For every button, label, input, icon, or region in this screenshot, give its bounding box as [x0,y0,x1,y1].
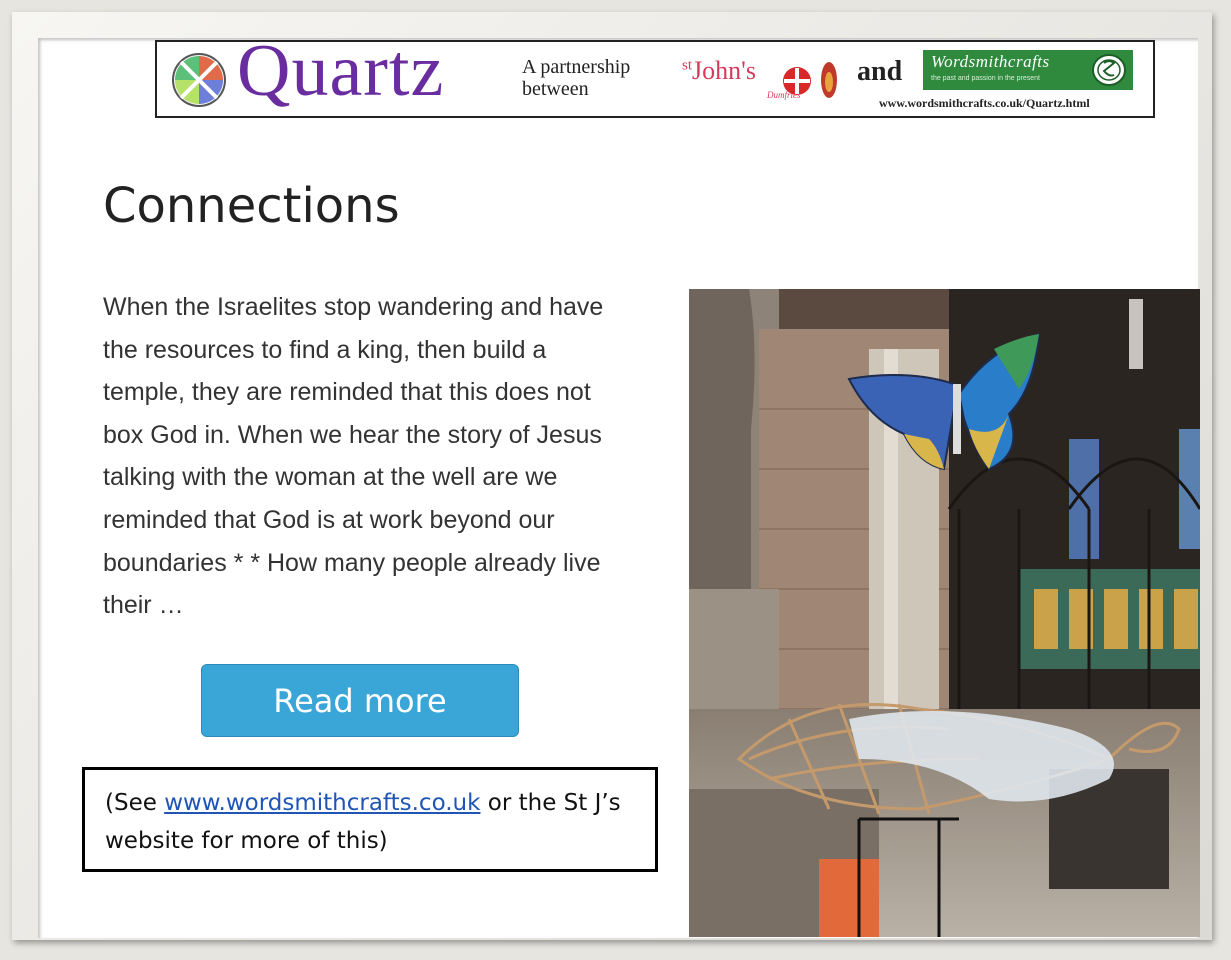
stjohns-logo: stJohn's [682,56,756,86]
wordsmith-tagline: the past and passion in the present [931,75,1040,82]
note-prefix: (See [105,790,165,816]
and-text: and [857,56,903,87]
quartz-logo-icon [172,53,226,107]
flame-icon [821,62,837,98]
church-interior-photo [689,289,1200,937]
article-body: When the Israelites stop wandering and h… [103,293,604,620]
wordsmith-name: Wordsmithcrafts [931,52,1050,71]
wordsmithcrafts-logo: Wordsmithcrafts the past and passion in … [923,50,1133,90]
read-more-button[interactable]: Read more [201,664,519,737]
page-title: Connections [103,178,400,234]
stjohns-prefix: st [682,57,693,74]
note-box: (See www.wordsmithcrafts.co.uk or the St… [82,767,658,872]
partnership-text: A partnership between [522,56,630,100]
red-cross-icon [783,67,811,95]
partnership-line-2: between [522,78,589,100]
quartz-wordmark: Quartz [237,40,445,112]
wordsmith-seal-icon [1092,54,1126,86]
banner-url: www.wordsmithcrafts.co.uk/Quartz.html [879,96,1090,110]
partnership-line-1: A partnership [522,56,631,78]
wordsmithcrafts-link[interactable]: www.wordsmithcrafts.co.uk [164,790,480,816]
quartz-banner: Quartz A partnership between stJohn's Du… [155,40,1155,118]
stjohns-name: John's [692,56,756,85]
